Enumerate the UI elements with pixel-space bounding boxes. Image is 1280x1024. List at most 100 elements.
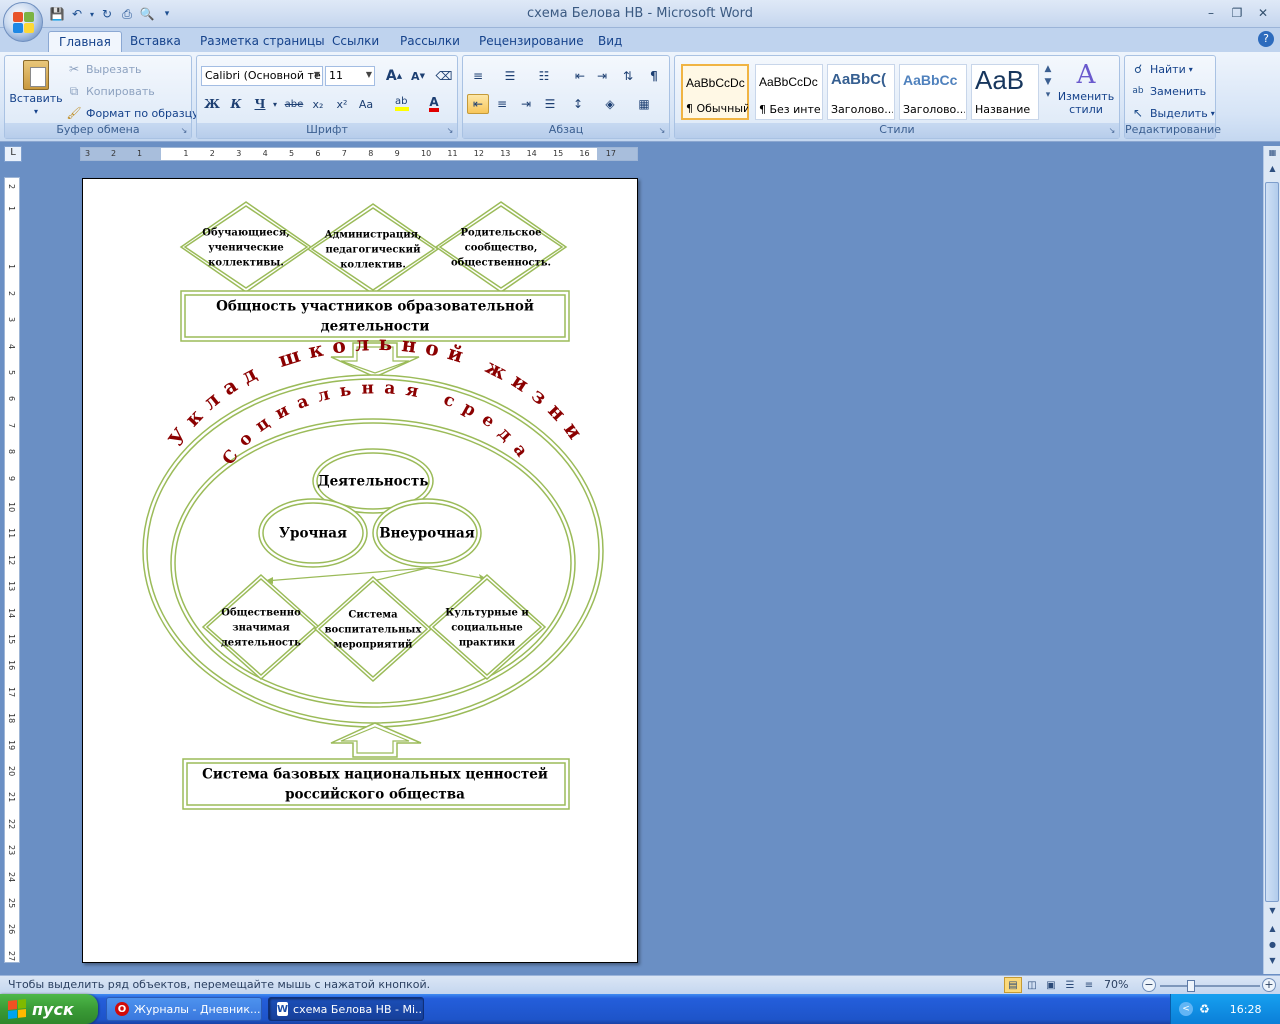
bullets-icon[interactable]: ≡ [467,66,489,86]
align-center-icon[interactable]: ≡ [491,94,513,114]
change-case-button[interactable]: Аа [355,94,377,114]
dialog-launcher-icon[interactable]: ↘ [657,126,667,136]
tab-home[interactable]: Главная [48,31,122,52]
vertical-ruler[interactable]: 2 1 1 2 3 4 5 6 7 8 9 10 11 12 13 14 15 16 17 18 19 20 21 22 23 2… [4,177,20,963]
ribbon-tabs: Главная Вставка Разметка страницы Ссылки… [0,28,1280,52]
multilevel-list-icon[interactable]: ☷ [533,66,555,86]
help-icon[interactable]: ? [1258,31,1274,47]
draft-icon[interactable]: ≡ [1080,977,1098,993]
sort-icon[interactable]: ⇅ [617,66,639,86]
superscript-button[interactable]: x² [331,94,353,114]
outline-icon[interactable]: ☰ [1061,977,1079,993]
zoom-in-icon[interactable]: + [1262,978,1276,992]
horizontal-ruler[interactable]: 3 2 1 1 2 3 4 5 6 7 8 9 10 11 12 13 14 15 16 17 [80,147,638,161]
minimize-icon[interactable]: – [1200,4,1222,22]
paste-button[interactable]: Вставить ▾ [9,60,63,116]
values-label-line: Система базовых национальных ценностей [202,767,548,783]
zoom-slider[interactable] [1160,985,1260,987]
borders-icon[interactable]: ▦ [633,94,655,114]
numbering-icon[interactable]: ☰ [499,66,521,86]
next-page-icon[interactable]: ▼ [1266,956,1279,969]
dialog-launcher-icon[interactable]: ↘ [1107,126,1117,136]
font-name-select[interactable]: Calibri (Основной те ▼ [201,66,323,86]
zoom-level[interactable]: 70% [1104,978,1128,991]
clear-formatting-icon[interactable]: ⌫ [433,66,455,86]
tab-references[interactable]: Ссылки [322,31,389,52]
change-styles-button[interactable]: A Изменить стили [1057,60,1115,116]
close-icon[interactable]: ✕ [1252,4,1274,22]
copy-button[interactable]: ⧉ Копировать [65,82,155,100]
dialog-launcher-icon[interactable]: ↘ [445,126,455,136]
web-layout-icon[interactable]: ▣ [1042,977,1060,993]
cut-button[interactable]: ✂ Вырезать [65,60,142,78]
ruler-tick: 2 [111,149,117,158]
diagram-shapes [142,201,604,810]
font-size-select[interactable]: 11 ▼ [325,66,375,86]
tab-review[interactable]: Рецензирование [469,31,594,52]
dialog-launcher-icon[interactable]: ↘ [179,126,189,136]
style-no-spacing[interactable]: AaBbCcDc¶ Без инте... [755,64,823,120]
show-marks-icon[interactable]: ¶ [643,66,665,86]
print-layout-icon[interactable]: ▤ [1004,977,1022,993]
align-left-icon[interactable]: ⇤ [467,94,489,114]
windows-logo-icon [8,999,26,1019]
select-button[interactable]: ↖ Выделить ▾ [1129,104,1215,122]
top-diamond-label: Обучающиеся, ученические коллективы. [202,228,289,269]
document-page[interactable]: Обучающиеся, ученические коллективы. Админи… [82,178,638,963]
chevron-down-icon: ▼ [313,70,320,79]
taskbar-item-word[interactable]: W схема Белова НВ - Mi... [268,997,424,1021]
tray-expand-icon[interactable]: < [1179,1002,1193,1016]
chevron-down-icon[interactable]: ▾ [269,94,281,114]
chevron-down-icon: ▾ [1188,64,1193,74]
decrease-indent-icon[interactable]: ⇤ [569,66,591,86]
find-button[interactable]: ☌ Найти ▾ [1129,60,1193,78]
style-heading-2[interactable]: AaBbCc Заголово... [899,64,967,120]
grow-font-button[interactable]: A ▲ [383,66,405,86]
prev-page-icon[interactable]: ▲ [1266,924,1279,937]
ruler-toggle-icon[interactable]: ▦ [1266,148,1279,161]
scroll-down-icon[interactable]: ▼ [1266,906,1279,919]
style-normal[interactable]: AaBbCcDc ¶ Обычный [681,64,749,120]
style-title[interactable]: AaB Название [971,64,1039,120]
justify-icon[interactable]: ☰ [539,94,561,114]
scroll-thumb[interactable] [1265,182,1279,902]
tab-insert[interactable]: Вставка [120,31,191,52]
style-heading-1[interactable]: AaBbC(Заголово... [827,64,895,120]
ruler-tick: 13 [7,581,16,592]
align-right-icon[interactable]: ⇥ [515,94,537,114]
ruler-tick: 17 [605,149,616,158]
tab-view[interactable]: Вид [588,31,632,52]
cursor-icon: ↖ [1132,106,1144,120]
scroll-up-icon[interactable]: ▲ [1266,164,1279,177]
strikethrough-button[interactable]: abe [283,94,305,114]
increase-indent-icon[interactable]: ⇥ [591,66,613,86]
start-button[interactable]: пуск [0,994,98,1024]
school-life-diagram: Обучающиеся, ученические коллективы. Админи… [142,201,604,810]
tab-selector-button[interactable]: L [4,146,22,162]
font-color-icon[interactable]: A [423,94,445,114]
shrink-font-button[interactable]: A ▼ [407,66,429,86]
tab-mailings[interactable]: Рассылки [390,31,470,52]
restore-icon[interactable]: ❐ [1226,4,1248,22]
styles-scroll[interactable]: ▲ ▼ ▾ [1043,64,1053,100]
bold-button[interactable]: Ж [201,94,223,114]
full-screen-reading-icon[interactable]: ◫ [1023,977,1041,993]
underline-button[interactable]: Ч [249,94,271,114]
line-spacing-icon[interactable]: ↕ [567,94,589,114]
subscript-button[interactable]: x₂ [307,94,329,114]
office-button[interactable] [3,2,43,42]
zoom-out-icon[interactable]: − [1142,978,1156,992]
tab-page-layout[interactable]: Разметка страницы [190,31,335,52]
network-icon[interactable]: ♻ [1199,1002,1210,1016]
browse-object-icon[interactable]: ● [1266,940,1279,953]
taskbar-item-opera[interactable]: O Журналы - Дневник... [106,997,262,1021]
format-painter-button[interactable]: 🖌 Формат по образцу [65,104,198,122]
zoom-slider-knob[interactable] [1187,980,1195,992]
vertical-scrollbar[interactable]: ▦ ▲ ▼ ▲ ● ▼ [1263,146,1280,974]
highlight-icon[interactable]: ab [391,94,413,114]
ruler-tick: 10 [421,149,432,158]
replace-button[interactable]: ab Заменить [1129,82,1206,100]
italic-button[interactable]: К [225,94,247,114]
bottom-diamond-label: Общественно значимая деятельность [221,608,301,649]
shading-icon[interactable]: ◈ [599,94,621,114]
